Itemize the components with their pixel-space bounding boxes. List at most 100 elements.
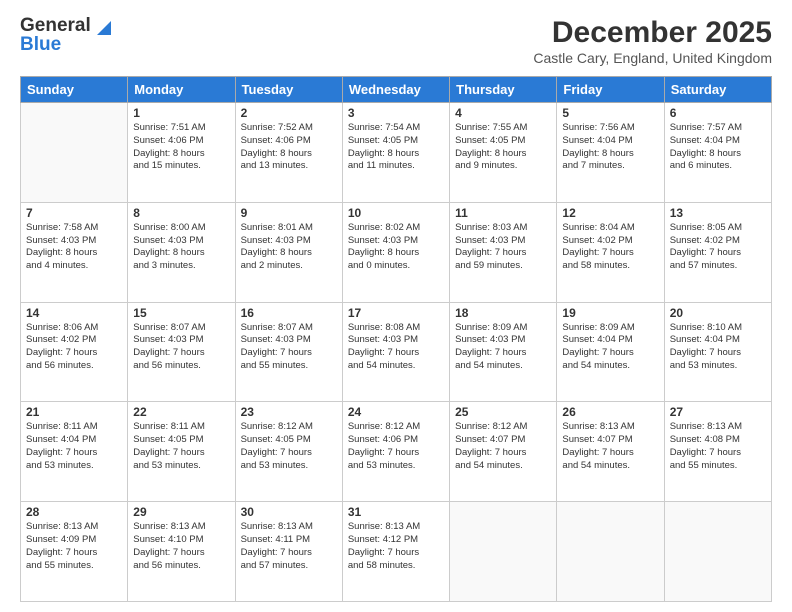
day-number: 15 <box>133 306 229 320</box>
calendar-cell: 16 Sunrise: 8:07 AM Sunset: 4:03 PM Dayli… <box>235 302 342 402</box>
calendar-cell: 26 Sunrise: 8:13 AM Sunset: 4:07 PM Dayli… <box>557 402 664 502</box>
day-info: Sunrise: 7:52 AM Sunset: 4:06 PM Dayligh… <box>241 122 337 173</box>
day-number: 9 <box>241 206 337 220</box>
calendar-cell <box>664 502 771 602</box>
day-number: 31 <box>348 505 444 519</box>
title-area: December 2025 Castle Cary, England, Unit… <box>533 16 772 66</box>
calendar-cell: 4 Sunrise: 7:55 AM Sunset: 4:05 PM Daylig… <box>450 103 557 203</box>
calendar-cell: 5 Sunrise: 7:56 AM Sunset: 4:04 PM Daylig… <box>557 103 664 203</box>
day-info: Sunrise: 7:57 AM Sunset: 4:04 PM Dayligh… <box>670 122 766 173</box>
calendar-cell: 1Sunrise: 7:51 AM Sunset: 4:06 PM Daylig… <box>128 103 235 203</box>
day-number: 7 <box>26 206 122 220</box>
day-info: Sunrise: 8:08 AM Sunset: 4:03 PM Dayligh… <box>348 322 444 373</box>
header-sunday: Sunday <box>21 77 128 103</box>
header: General Blue December 2025 Castle Cary, … <box>20 16 772 66</box>
logo-blue: Blue <box>20 35 61 56</box>
day-info: Sunrise: 8:06 AM Sunset: 4:02 PM Dayligh… <box>26 322 122 373</box>
day-info: Sunrise: 8:11 AM Sunset: 4:05 PM Dayligh… <box>133 421 229 472</box>
calendar-cell: 22 Sunrise: 8:11 AM Sunset: 4:05 PM Dayli… <box>128 402 235 502</box>
calendar-week-3: 21Sunrise: 8:11 AM Sunset: 4:04 PM Dayli… <box>21 402 772 502</box>
calendar-cell: 7 Sunrise: 7:58 AM Sunset: 4:03 PM Daylig… <box>21 202 128 302</box>
day-number: 14 <box>26 306 122 320</box>
day-info: Sunrise: 8:01 AM Sunset: 4:03 PM Dayligh… <box>241 222 337 273</box>
day-number: 28 <box>26 505 122 519</box>
day-info: Sunrise: 8:12 AM Sunset: 4:05 PM Dayligh… <box>241 421 337 472</box>
logo-triangle-icon <box>93 17 111 35</box>
day-number: 25 <box>455 405 551 419</box>
day-number: 27 <box>670 405 766 419</box>
calendar-cell: 9 Sunrise: 8:01 AM Sunset: 4:03 PM Daylig… <box>235 202 342 302</box>
calendar-cell: 28 Sunrise: 8:13 AM Sunset: 4:09 PM Dayli… <box>21 502 128 602</box>
calendar-cell: 17 Sunrise: 8:08 AM Sunset: 4:03 PM Dayli… <box>342 302 449 402</box>
day-number: 26 <box>562 405 658 419</box>
calendar-cell: 25 Sunrise: 8:12 AM Sunset: 4:07 PM Dayli… <box>450 402 557 502</box>
day-info: Sunrise: 8:13 AM Sunset: 4:09 PM Dayligh… <box>26 521 122 572</box>
day-number: 20 <box>670 306 766 320</box>
day-info: Sunrise: 8:13 AM Sunset: 4:10 PM Dayligh… <box>133 521 229 572</box>
day-info: Sunrise: 7:58 AM Sunset: 4:03 PM Dayligh… <box>26 222 122 273</box>
day-number: 4 <box>455 106 551 120</box>
calendar-cell: 29 Sunrise: 8:13 AM Sunset: 4:10 PM Dayli… <box>128 502 235 602</box>
calendar-cell: 3 Sunrise: 7:54 AM Sunset: 4:05 PM Daylig… <box>342 103 449 203</box>
day-info: Sunrise: 7:55 AM Sunset: 4:05 PM Dayligh… <box>455 122 551 173</box>
day-number: 24 <box>348 405 444 419</box>
calendar-cell <box>450 502 557 602</box>
header-saturday: Saturday <box>664 77 771 103</box>
day-number: 18 <box>455 306 551 320</box>
calendar-cell: 24 Sunrise: 8:12 AM Sunset: 4:06 PM Dayli… <box>342 402 449 502</box>
day-number: 17 <box>348 306 444 320</box>
day-number: 2 <box>241 106 337 120</box>
location: Castle Cary, England, United Kingdom <box>533 50 772 66</box>
day-info: Sunrise: 8:13 AM Sunset: 4:11 PM Dayligh… <box>241 521 337 572</box>
calendar-cell: 10 Sunrise: 8:02 AM Sunset: 4:03 PM Dayli… <box>342 202 449 302</box>
calendar-header-row: Sunday Monday Tuesday Wednesday Thursday… <box>21 77 772 103</box>
day-number: 8 <box>133 206 229 220</box>
calendar-cell: 8Sunrise: 8:00 AM Sunset: 4:03 PM Daylig… <box>128 202 235 302</box>
day-number: 22 <box>133 405 229 419</box>
day-info: Sunrise: 8:02 AM Sunset: 4:03 PM Dayligh… <box>348 222 444 273</box>
header-wednesday: Wednesday <box>342 77 449 103</box>
page: General Blue December 2025 Castle Cary, … <box>0 0 792 612</box>
calendar-cell <box>21 103 128 203</box>
logo: General Blue <box>20 16 111 56</box>
day-info: Sunrise: 8:07 AM Sunset: 4:03 PM Dayligh… <box>133 322 229 373</box>
day-number: 12 <box>562 206 658 220</box>
calendar-cell: 23Sunrise: 8:12 AM Sunset: 4:05 PM Dayli… <box>235 402 342 502</box>
day-number: 16 <box>241 306 337 320</box>
day-number: 10 <box>348 206 444 220</box>
day-number: 5 <box>562 106 658 120</box>
day-info: Sunrise: 8:13 AM Sunset: 4:07 PM Dayligh… <box>562 421 658 472</box>
header-thursday: Thursday <box>450 77 557 103</box>
day-info: Sunrise: 7:54 AM Sunset: 4:05 PM Dayligh… <box>348 122 444 173</box>
calendar-cell: 14 Sunrise: 8:06 AM Sunset: 4:02 PM Dayli… <box>21 302 128 402</box>
calendar-cell: 2 Sunrise: 7:52 AM Sunset: 4:06 PM Daylig… <box>235 103 342 203</box>
day-info: Sunrise: 7:56 AM Sunset: 4:04 PM Dayligh… <box>562 122 658 173</box>
day-info: Sunrise: 8:07 AM Sunset: 4:03 PM Dayligh… <box>241 322 337 373</box>
day-info: Sunrise: 8:10 AM Sunset: 4:04 PM Dayligh… <box>670 322 766 373</box>
calendar-cell: 18Sunrise: 8:09 AM Sunset: 4:03 PM Dayli… <box>450 302 557 402</box>
calendar-cell: 12 Sunrise: 8:04 AM Sunset: 4:02 PM Dayli… <box>557 202 664 302</box>
day-info: Sunrise: 8:12 AM Sunset: 4:06 PM Dayligh… <box>348 421 444 472</box>
calendar-cell: 21Sunrise: 8:11 AM Sunset: 4:04 PM Dayli… <box>21 402 128 502</box>
calendar-cell: 20 Sunrise: 8:10 AM Sunset: 4:04 PM Dayli… <box>664 302 771 402</box>
day-info: Sunrise: 8:04 AM Sunset: 4:02 PM Dayligh… <box>562 222 658 273</box>
day-number: 29 <box>133 505 229 519</box>
day-number: 1 <box>133 106 229 120</box>
calendar-table: Sunday Monday Tuesday Wednesday Thursday… <box>20 76 772 602</box>
day-number: 6 <box>670 106 766 120</box>
header-monday: Monday <box>128 77 235 103</box>
calendar-week-0: 1Sunrise: 7:51 AM Sunset: 4:06 PM Daylig… <box>21 103 772 203</box>
day-number: 11 <box>455 206 551 220</box>
day-info: Sunrise: 8:13 AM Sunset: 4:08 PM Dayligh… <box>670 421 766 472</box>
day-number: 3 <box>348 106 444 120</box>
day-number: 19 <box>562 306 658 320</box>
calendar-week-4: 28 Sunrise: 8:13 AM Sunset: 4:09 PM Dayli… <box>21 502 772 602</box>
day-info: Sunrise: 8:12 AM Sunset: 4:07 PM Dayligh… <box>455 421 551 472</box>
calendar-cell: 6 Sunrise: 7:57 AM Sunset: 4:04 PM Daylig… <box>664 103 771 203</box>
calendar-cell: 11Sunrise: 8:03 AM Sunset: 4:03 PM Dayli… <box>450 202 557 302</box>
day-info: Sunrise: 8:09 AM Sunset: 4:04 PM Dayligh… <box>562 322 658 373</box>
day-info: Sunrise: 8:05 AM Sunset: 4:02 PM Dayligh… <box>670 222 766 273</box>
header-friday: Friday <box>557 77 664 103</box>
day-number: 30 <box>241 505 337 519</box>
calendar-cell: 30 Sunrise: 8:13 AM Sunset: 4:11 PM Dayli… <box>235 502 342 602</box>
